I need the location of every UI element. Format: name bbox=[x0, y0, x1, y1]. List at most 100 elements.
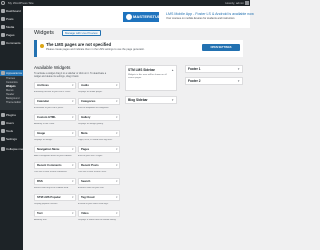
widget-description: Entries from any RSS or Atom feed. bbox=[34, 187, 69, 189]
sidebar-item-label: Comments bbox=[6, 41, 21, 45]
widget-description: A cloud of your most used tags. bbox=[78, 203, 109, 205]
submenu-item-theme-editor[interactable]: Theme Editor bbox=[6, 101, 21, 105]
widget-categories[interactable]: Categories ▼ bbox=[78, 98, 120, 105]
sidebar-item-comments[interactable]: Comments bbox=[0, 40, 23, 46]
widget-meta[interactable]: Meta ▼ bbox=[78, 130, 120, 137]
widget-title: Navigation Menu bbox=[37, 147, 60, 151]
widget-gallery[interactable]: Gallery ▼ bbox=[78, 114, 120, 121]
widget-search[interactable]: Search ▼ bbox=[78, 178, 120, 185]
widget-description: Displays a video from the media library. bbox=[78, 219, 117, 221]
widget-text[interactable]: Text ▼ bbox=[34, 210, 76, 217]
widget-title: Text bbox=[37, 211, 43, 215]
chevron-down-icon[interactable]: ▼ bbox=[237, 79, 240, 83]
sidebar-item-plugins[interactable]: Plugins bbox=[0, 112, 23, 118]
sidebar-item-posts[interactable]: Posts bbox=[0, 16, 23, 22]
widget-area-stm-lms-sidebar[interactable]: STM LMS Sidebar ▲ Widgets in this area w… bbox=[125, 65, 177, 91]
comment-icon bbox=[1, 41, 5, 45]
widget-description: Display popular courses. bbox=[34, 203, 58, 205]
chevron-down-icon: ▼ bbox=[115, 100, 118, 103]
widget-rss[interactable]: RSS ▼ bbox=[34, 178, 76, 185]
sidebar-item-settings[interactable]: Settings bbox=[0, 136, 23, 142]
warning-icon bbox=[40, 44, 44, 48]
widget-area-description: course pages. bbox=[128, 77, 142, 79]
sidebar-item-users[interactable]: Users bbox=[0, 120, 23, 126]
widget-area-footer-1[interactable]: Footer 1 ▼ bbox=[185, 65, 243, 73]
wordpress-logo-icon[interactable] bbox=[1, 1, 5, 5]
collapse-menu-button[interactable]: Collapse menu bbox=[0, 146, 26, 152]
widget-description: Arbitrary HTML code. bbox=[34, 123, 55, 125]
widget-stm-lms-popular[interactable]: STM LMS Popular ▼ bbox=[34, 194, 76, 201]
widget-title: RSS bbox=[37, 179, 43, 183]
widget-title: Meta bbox=[81, 131, 88, 135]
sidebar-item-label: Posts bbox=[6, 17, 14, 21]
masterstudy-logo-icon bbox=[126, 14, 132, 20]
widget-title: Video bbox=[81, 211, 89, 215]
sidebar-item-label: Users bbox=[6, 121, 14, 125]
widget-recent-posts[interactable]: Recent Posts ▼ bbox=[78, 162, 120, 169]
brush-icon bbox=[1, 71, 5, 75]
widget-area-footer-2[interactable]: Footer 2 ▼ bbox=[185, 77, 243, 85]
widget-description: Arbitrary text. bbox=[34, 219, 48, 221]
widget-description: A list of your site's Pages. bbox=[78, 155, 103, 157]
widget-tag-cloud[interactable]: Tag Cloud ▼ bbox=[78, 194, 120, 201]
avatar[interactable] bbox=[245, 1, 249, 5]
notice-text: Please create pages and indicate them in… bbox=[46, 48, 145, 51]
pin-icon bbox=[1, 17, 5, 21]
chevron-down-icon: ▼ bbox=[115, 196, 118, 199]
sidebar-item-label: Dashboard bbox=[6, 9, 21, 13]
chevron-up-icon[interactable]: ▲ bbox=[171, 68, 174, 72]
widget-audio[interactable]: Audio ▼ bbox=[78, 82, 120, 89]
widget-description: A list or dropdown of categories. bbox=[78, 107, 110, 109]
sidebar-item-label: Pages bbox=[6, 33, 15, 37]
chevron-down-icon: ▼ bbox=[115, 212, 118, 215]
sidebar-item-label: Settings bbox=[6, 137, 17, 141]
widget-area-title: STM LMS Sidebar bbox=[128, 68, 155, 72]
widget-title: Custom HTML bbox=[37, 115, 56, 119]
widget-area-title: Footer 2 bbox=[188, 79, 201, 83]
widget-description: Your site's most recent comments. bbox=[34, 171, 68, 173]
widget-title: Audio bbox=[81, 83, 89, 87]
widget-navigation-menu[interactable]: Navigation Menu ▼ bbox=[34, 146, 76, 153]
widget-image[interactable]: Image ▼ bbox=[34, 130, 76, 137]
widget-calendar[interactable]: Calendar ▼ bbox=[34, 98, 76, 105]
promo-banner: MASTERSTUDY LMS Mobile App - Foster LS &… bbox=[23, 6, 254, 28]
widget-custom-html[interactable]: Custom HTML ▼ bbox=[34, 114, 76, 121]
media-icon bbox=[1, 25, 5, 29]
lms-pages-notice: The LMS pages are not specified Please c… bbox=[34, 40, 243, 57]
open-settings-button[interactable]: OPEN SETTINGS bbox=[202, 44, 240, 51]
chevron-down-icon[interactable]: ▼ bbox=[237, 67, 240, 71]
sidebar-item-pages[interactable]: Pages bbox=[0, 32, 23, 38]
chevron-down-icon: ▼ bbox=[71, 116, 74, 119]
dashboard-icon bbox=[1, 9, 5, 13]
widget-area-blog-sidebar[interactable]: Blog Sidebar ▼ bbox=[125, 96, 177, 104]
manage-live-preview-button[interactable]: Manage with Live Preview bbox=[62, 30, 101, 36]
sidebar-item-dashboard[interactable]: Dashboard bbox=[0, 8, 23, 14]
chevron-down-icon: ▼ bbox=[115, 132, 118, 135]
page-icon bbox=[1, 33, 5, 37]
widget-description: Add a navigation menu to your sidebar. bbox=[34, 155, 72, 157]
widget-video[interactable]: Video ▼ bbox=[78, 210, 120, 217]
available-widgets-title: Available Widgets bbox=[34, 65, 71, 70]
sidebar-item-label: Media bbox=[6, 25, 15, 29]
widget-title: Categories bbox=[81, 99, 96, 103]
widget-description: Your site's most recent Posts. bbox=[78, 171, 107, 173]
chevron-down-icon: ▼ bbox=[71, 132, 74, 135]
widget-description: Displays an image gallery. bbox=[78, 123, 104, 125]
chevron-down-icon: ▼ bbox=[71, 180, 74, 183]
sidebar-item-media[interactable]: Media bbox=[0, 24, 23, 30]
widget-description: Displays an audio player. bbox=[78, 91, 103, 93]
chevron-down-icon: ▼ bbox=[115, 164, 118, 167]
sidebar-item-tools[interactable]: Tools bbox=[0, 128, 23, 134]
chevron-down-icon[interactable]: ▼ bbox=[171, 98, 174, 102]
collapse-icon bbox=[1, 147, 5, 151]
settings-icon bbox=[1, 137, 5, 141]
widget-recent-comments[interactable]: Recent Comments ▼ bbox=[34, 162, 76, 169]
chevron-down-icon: ▼ bbox=[71, 212, 74, 215]
widget-title: Calendar bbox=[37, 99, 49, 103]
chevron-down-icon: ▼ bbox=[71, 100, 74, 103]
available-widgets-description: widget and delete its settings, drag it … bbox=[34, 75, 80, 78]
widget-archives[interactable]: Archives ▼ bbox=[34, 82, 76, 89]
chevron-down-icon: ▼ bbox=[71, 148, 74, 151]
widget-pages[interactable]: Pages ▼ bbox=[78, 146, 120, 153]
widget-title: Archives bbox=[37, 83, 49, 87]
